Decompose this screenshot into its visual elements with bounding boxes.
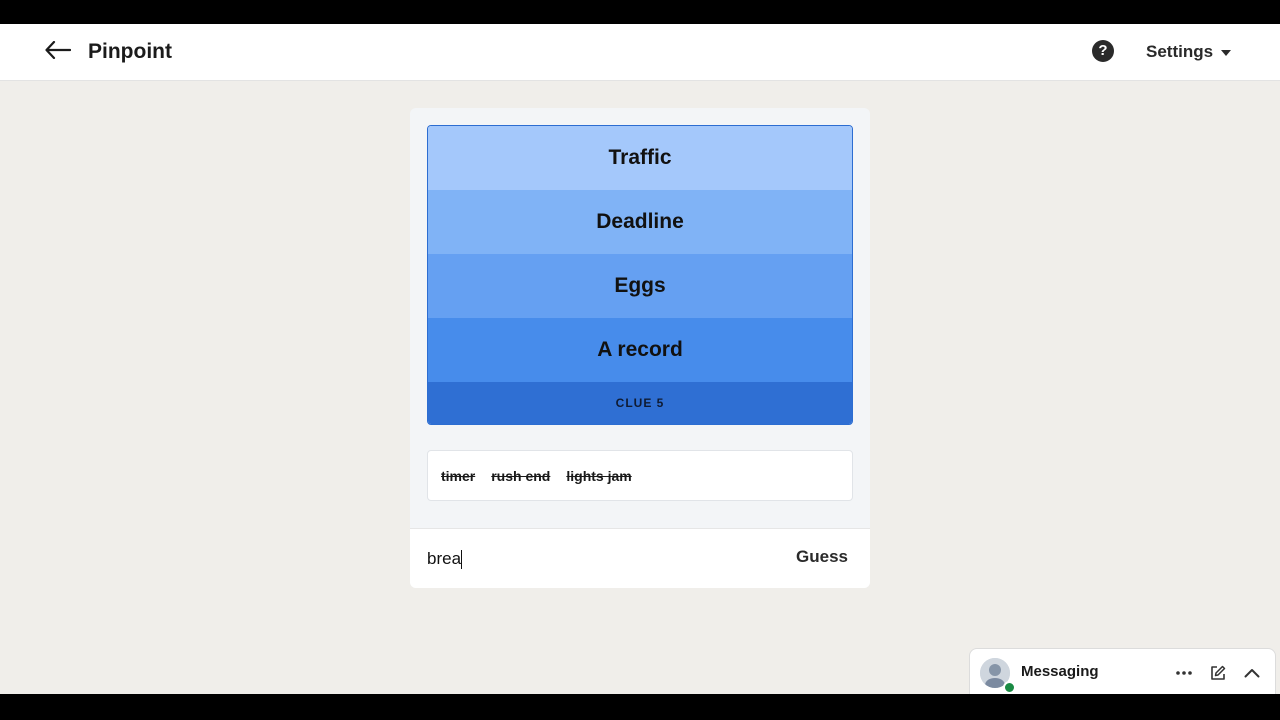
clue-4: A record xyxy=(428,318,852,382)
clue-5-locked: CLUE 5 xyxy=(428,382,852,424)
game-card: Traffic Deadline Eggs A record CLUE 5 ti… xyxy=(410,108,870,588)
back-button[interactable] xyxy=(40,36,76,68)
arrow-left-icon xyxy=(45,40,72,64)
compose-icon[interactable] xyxy=(1207,662,1229,684)
app-frame: Pinpoint ? Settings Traffic Deadline Egg… xyxy=(0,24,1280,694)
chevron-up-icon[interactable] xyxy=(1241,662,1263,684)
text-cursor xyxy=(461,550,462,569)
previous-guesses: timer rush end lights jam xyxy=(427,450,853,501)
wrong-guess: rush end xyxy=(491,467,551,484)
more-options-icon[interactable] xyxy=(1173,662,1195,684)
wrong-guess: timer xyxy=(441,467,476,484)
guess-button[interactable]: Guess xyxy=(796,547,848,567)
clue-1: Traffic xyxy=(428,126,852,190)
messaging-label: Messaging xyxy=(1021,663,1099,680)
clue-2: Deadline xyxy=(428,190,852,254)
clue-stack: Traffic Deadline Eggs A record CLUE 5 xyxy=(427,125,853,425)
help-button[interactable]: ? xyxy=(1092,40,1114,62)
settings-label: Settings xyxy=(1146,42,1214,61)
clue-3: Eggs xyxy=(428,254,852,318)
guess-input[interactable] xyxy=(427,545,767,573)
page-title: Pinpoint xyxy=(88,40,172,63)
question-circle-icon: ? xyxy=(1098,42,1108,59)
guess-input-row: Guess xyxy=(410,528,870,588)
settings-dropdown[interactable]: Settings xyxy=(1146,40,1232,64)
messaging-bar[interactable]: Messaging xyxy=(969,648,1276,694)
caret-down-icon xyxy=(1221,50,1232,56)
top-bar: Pinpoint ? Settings xyxy=(0,24,1280,81)
wrong-guess: lights jam xyxy=(566,467,632,484)
online-status-dot xyxy=(1003,681,1016,694)
